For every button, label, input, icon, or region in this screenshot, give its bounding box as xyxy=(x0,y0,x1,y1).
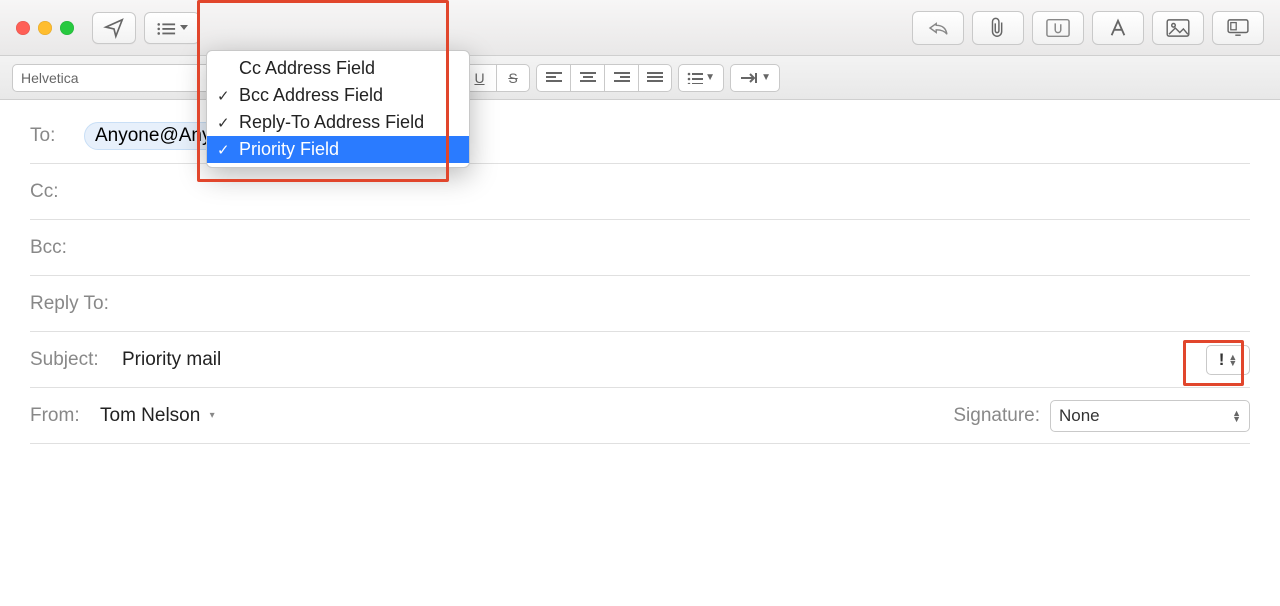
menu-item-label: Bcc Address Field xyxy=(239,85,383,106)
from-row: From: Tom Nelson ▾ Signature: None ▲▼ xyxy=(30,388,1250,444)
signature-select[interactable]: None ▲▼ xyxy=(1050,400,1250,432)
to-label: To: xyxy=(30,125,84,147)
menu-item-priority[interactable]: ✓ Priority Field xyxy=(207,136,469,163)
indent-icon xyxy=(739,72,759,84)
signature-label: Signature: xyxy=(953,405,1040,427)
align-left-button[interactable] xyxy=(536,64,570,92)
check-icon: ✓ xyxy=(217,114,239,132)
format-button[interactable] xyxy=(1092,11,1144,45)
annotate-icon xyxy=(1046,18,1070,38)
align-right-icon xyxy=(614,72,630,84)
window-controls xyxy=(16,21,74,35)
reply-to-row: Reply To: xyxy=(30,276,1250,332)
reply-button[interactable] xyxy=(912,11,964,45)
bcc-label: Bcc: xyxy=(30,237,84,259)
chevron-down-icon: ▼ xyxy=(705,72,715,83)
menu-item-label: Cc Address Field xyxy=(239,58,375,79)
menu-item-cc[interactable]: Cc Address Field xyxy=(207,55,469,82)
header-fields-menu: Cc Address Field ✓ Bcc Address Field ✓ R… xyxy=(206,50,470,168)
compose-headers: To: Anyone@Anywhere Cc: Bcc: Reply To: S… xyxy=(0,100,1280,444)
align-justify-icon xyxy=(647,72,663,84)
letter-a-icon xyxy=(1108,18,1128,38)
check-icon: ✓ xyxy=(217,141,239,159)
stepper-icon: ▲▼ xyxy=(1228,354,1237,366)
minimize-window-button[interactable] xyxy=(38,21,52,35)
align-left-icon xyxy=(546,72,562,84)
menu-item-label: Priority Field xyxy=(239,139,339,160)
photos-icon xyxy=(1166,19,1190,37)
priority-selector[interactable]: ! ▲▼ xyxy=(1206,345,1250,375)
close-window-button[interactable] xyxy=(16,21,30,35)
from-label: From: xyxy=(30,405,100,427)
photo-browser-button[interactable] xyxy=(1152,11,1204,45)
chevron-down-icon: ▼ xyxy=(761,72,771,83)
titlebar xyxy=(0,0,1280,56)
reply-to-label: Reply To: xyxy=(30,293,122,315)
from-field[interactable]: Tom Nelson ▾ xyxy=(100,405,953,427)
indent-button[interactable]: ▼ xyxy=(730,64,780,92)
cc-label: Cc: xyxy=(30,181,84,203)
send-button[interactable] xyxy=(92,12,136,44)
check-icon: ✓ xyxy=(217,87,239,105)
align-center-icon xyxy=(580,72,596,84)
attach-button[interactable] xyxy=(972,11,1024,45)
paperclip-icon xyxy=(988,17,1008,39)
align-right-button[interactable] xyxy=(604,64,638,92)
chevron-down-icon xyxy=(180,25,188,30)
bcc-row: Bcc: xyxy=(30,220,1250,276)
stepper-icon: ▲▼ xyxy=(1232,410,1241,422)
chevron-down-icon: ▾ xyxy=(210,410,215,421)
markup-attach-button[interactable] xyxy=(1032,11,1084,45)
menu-item-reply-to[interactable]: ✓ Reply-To Address Field xyxy=(207,109,469,136)
zoom-window-button[interactable] xyxy=(60,21,74,35)
align-justify-button[interactable] xyxy=(638,64,672,92)
character-viewer-icon xyxy=(1227,19,1249,37)
header-fields-button[interactable] xyxy=(144,12,200,44)
list-style-button[interactable]: ▼ xyxy=(678,64,724,92)
subject-value: Priority mail xyxy=(122,349,221,370)
subject-row: Subject: Priority mail ! ▲▼ xyxy=(30,332,1250,388)
subject-label: Subject: xyxy=(30,349,122,371)
emoji-button[interactable] xyxy=(1212,11,1264,45)
reply-arrow-icon xyxy=(927,20,949,36)
cc-row: Cc: xyxy=(30,164,1250,220)
format-bar: Helvetica ▲▼ 12 ▲▼ B I U S xyxy=(0,56,1280,100)
align-center-button[interactable] xyxy=(570,64,604,92)
signature-value: None xyxy=(1059,406,1100,426)
alignment-group xyxy=(536,64,672,92)
priority-symbol: ! xyxy=(1219,350,1225,370)
menu-item-label: Reply-To Address Field xyxy=(239,112,424,133)
subject-field[interactable]: Priority mail xyxy=(122,349,1206,371)
menu-item-bcc[interactable]: ✓ Bcc Address Field xyxy=(207,82,469,109)
strikethrough-button[interactable]: S xyxy=(496,64,530,92)
list-icon xyxy=(156,21,176,35)
list-bullets-icon xyxy=(687,72,703,84)
from-value: Tom Nelson xyxy=(100,405,200,426)
toolbar-right-group xyxy=(912,11,1270,45)
font-family-value: Helvetica xyxy=(21,70,79,86)
paper-plane-icon xyxy=(103,17,125,39)
